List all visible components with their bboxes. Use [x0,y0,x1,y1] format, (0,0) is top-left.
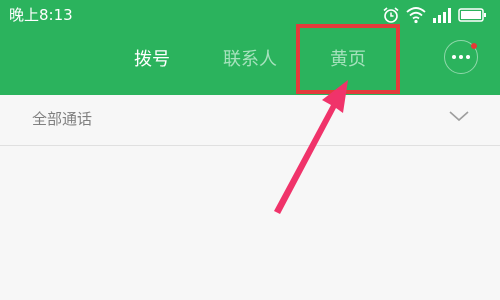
tab-contacts[interactable]: 联系人 [212,40,288,80]
app-header: 晚上8:13 拨号 联系人 黄页 [0,0,500,95]
chevron-down-icon [449,111,469,122]
notification-badge [471,43,477,49]
signal-icon [433,8,451,23]
wifi-icon [406,7,426,24]
tab-bar: 拨号 联系人 黄页 [0,40,500,80]
more-button[interactable] [444,40,478,74]
call-filter-label: 全部通话 [32,110,93,128]
alarm-icon [383,7,399,23]
call-log-list [0,146,500,300]
more-icon [452,55,470,60]
annotation-highlight-box [296,24,400,94]
battery-icon [458,8,486,22]
call-filter-dropdown[interactable]: 全部通话 [0,95,500,146]
status-time: 晚上8:13 [9,6,73,24]
status-icons [382,6,492,24]
status-bar: 晚上8:13 [0,0,500,30]
tab-dial[interactable]: 拨号 [120,40,184,80]
